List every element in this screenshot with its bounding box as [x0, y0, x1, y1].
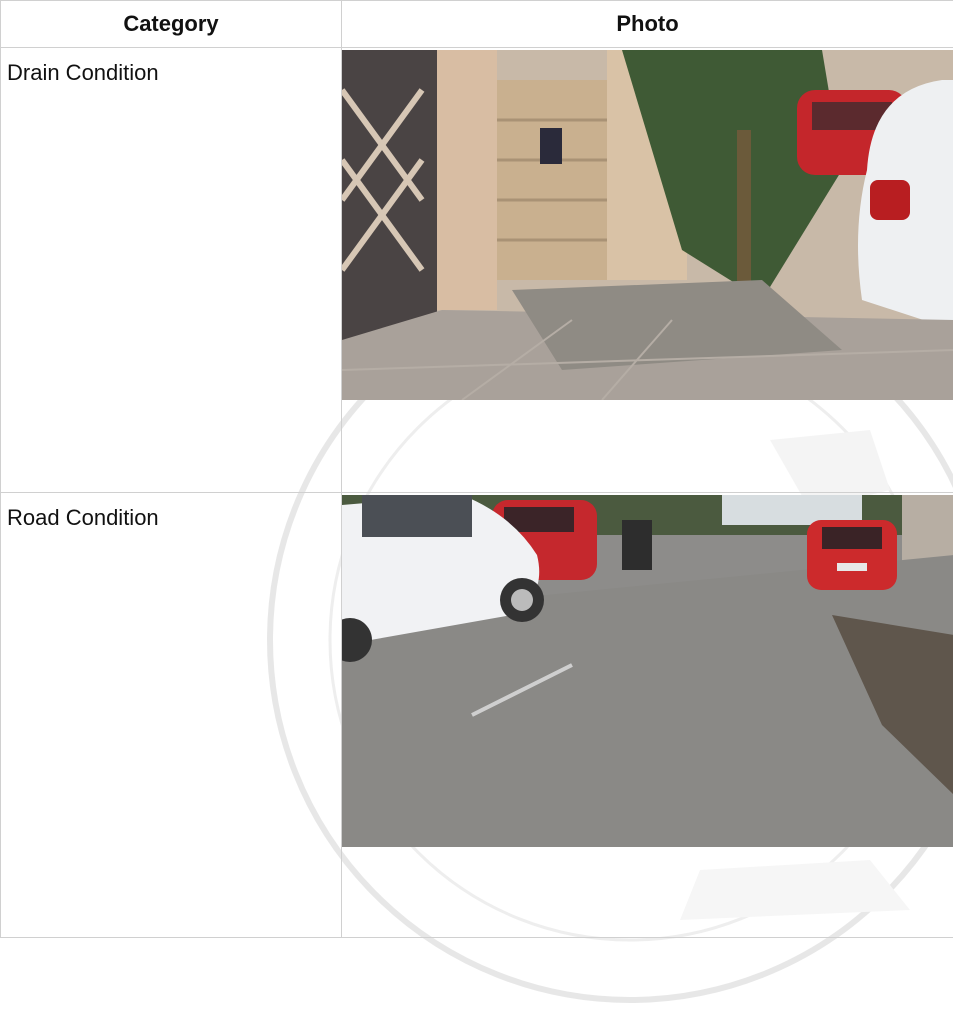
table-header-row: Category Photo	[1, 1, 953, 48]
photo-cell	[342, 493, 953, 938]
drain-condition-photo	[342, 50, 953, 400]
category-cell: Road Condition	[1, 493, 342, 938]
photo-cell	[342, 48, 953, 493]
header-category: Category	[1, 1, 342, 48]
table-row: Road Condition	[1, 493, 953, 938]
category-photo-table: Category Photo Drain Condition	[0, 0, 953, 938]
header-photo: Photo	[342, 1, 953, 48]
table-row: Drain Condition	[1, 48, 953, 493]
road-condition-photo	[342, 495, 953, 847]
category-cell: Drain Condition	[1, 48, 342, 493]
